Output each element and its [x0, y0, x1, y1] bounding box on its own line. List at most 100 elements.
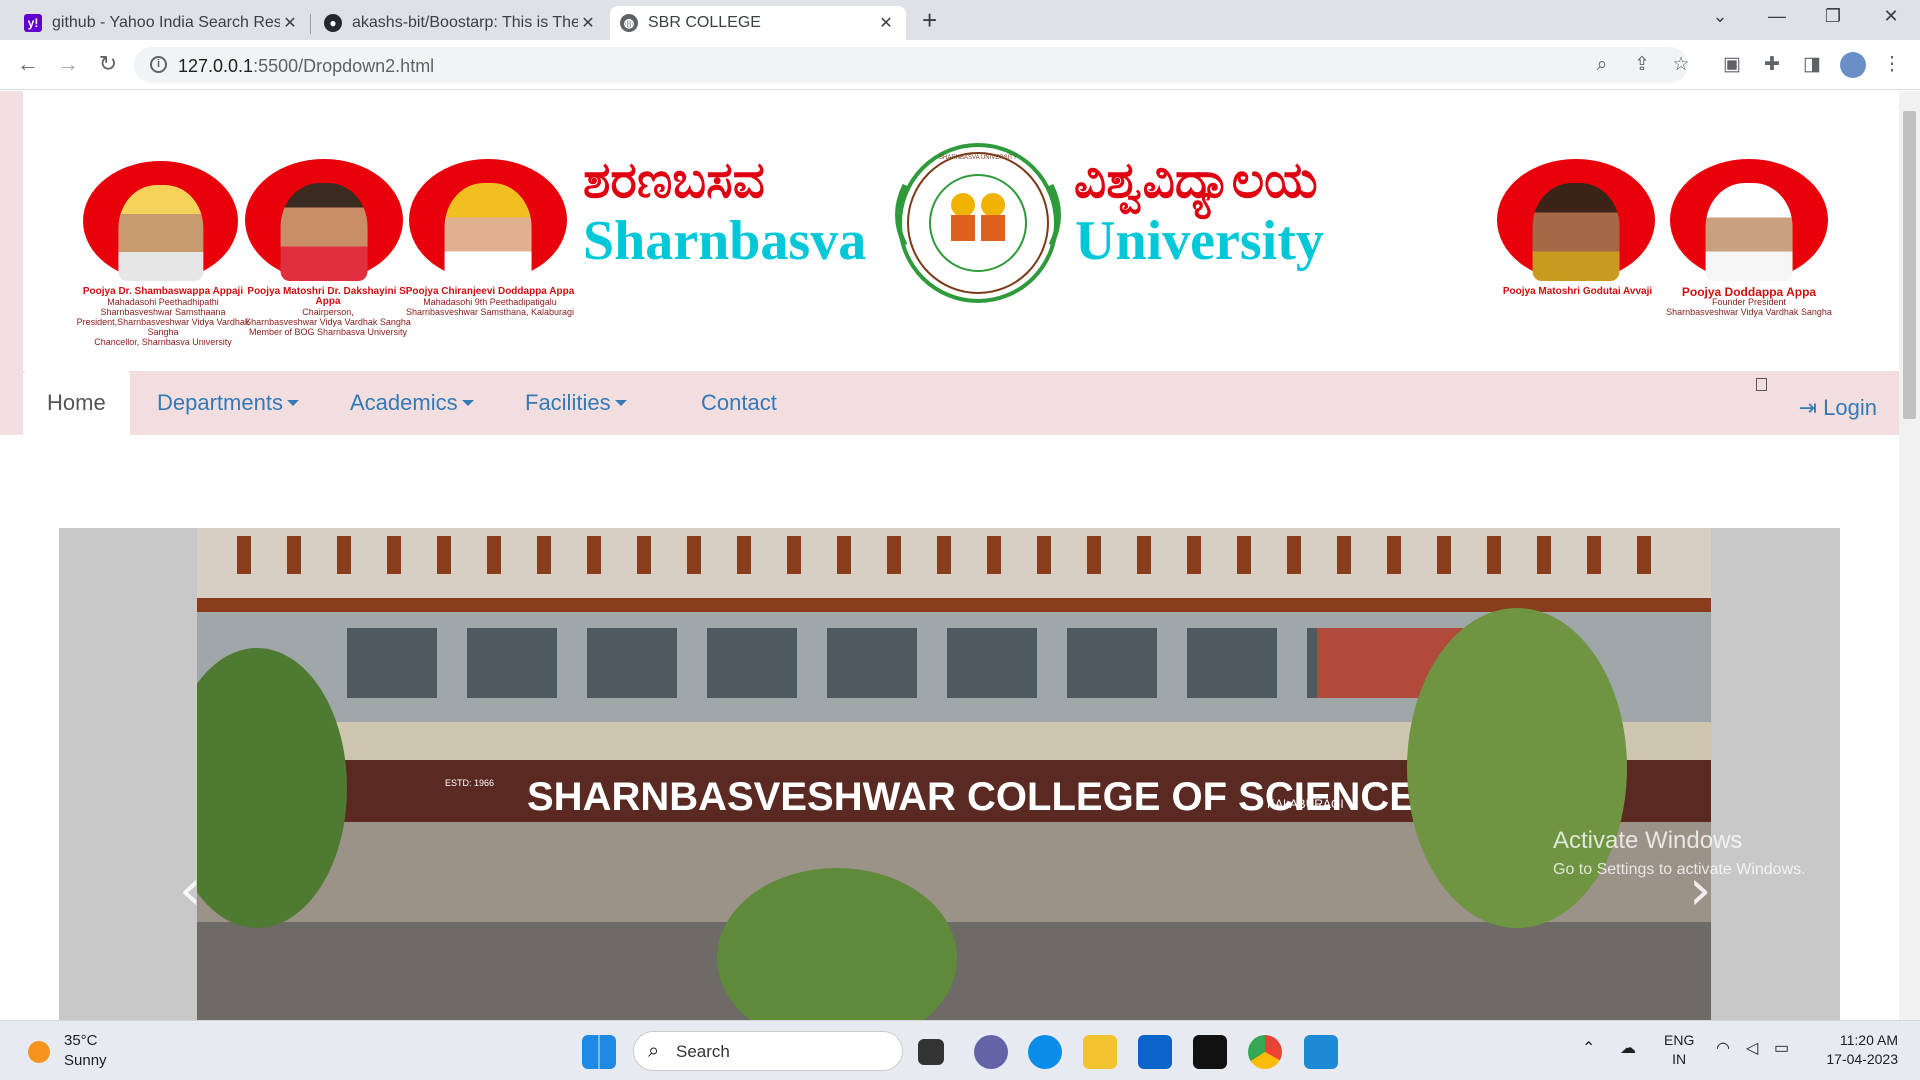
caret-down-icon	[286, 400, 299, 406]
caret-down-icon	[461, 400, 474, 406]
wifi-icon[interactable]: ◠	[1716, 1039, 1730, 1058]
person-title: Sharnbasveshwar Samsthana, Kalaburagi	[405, 307, 575, 317]
address-bar[interactable]: i 127.0.0.1:5500/Dropdown2.html	[134, 47, 1688, 83]
clock[interactable]: 11:20 AM 17-04-2023	[1818, 1031, 1898, 1069]
task-view-icon[interactable]	[918, 1039, 944, 1065]
clock-time: 11:20 AM	[1839, 1032, 1898, 1048]
zoom-icon[interactable]: ⌕	[1589, 54, 1615, 76]
new-tab-button[interactable]: +	[922, 7, 937, 33]
founder-portrait-3	[409, 159, 567, 281]
kannada-title-left: ಶರಣಬಸವ	[583, 151, 765, 209]
windows-taskbar: 35°C Sunny ⌕ Search ⌃ ☁ ENG IN ◠ ◁ ▭ 11:…	[0, 1020, 1920, 1080]
image-carousel: SHARNBASVESHWAR COLLEGE OF SCIENCE ESTD:…	[59, 528, 1840, 1020]
tab-separator	[310, 14, 311, 34]
clock-date: 17-04-2023	[1826, 1051, 1898, 1067]
nav-academics-dropdown[interactable]: Academics	[326, 371, 498, 435]
site-info-icon[interactable]: i	[150, 56, 167, 73]
profile-avatar[interactable]	[1840, 52, 1866, 78]
nav-label: Home	[47, 390, 106, 415]
person-title: Mahadasohi Peethadhipathi	[107, 297, 219, 307]
nav-home[interactable]: Home	[23, 371, 130, 435]
windows-activation-watermark: Activate Windows Go to Settings to activ…	[1553, 827, 1806, 879]
adobe-app-icon[interactable]	[1193, 1035, 1227, 1069]
search-icon: ⌕	[648, 1040, 660, 1062]
nav-departments-dropdown[interactable]: Departments	[133, 371, 323, 435]
close-icon[interactable]: ✕	[578, 13, 598, 33]
url-text[interactable]: 127.0.0.1:5500/Dropdown2.html	[178, 56, 434, 77]
main-navbar: Home Departments Academics Facilities Co…	[23, 371, 1899, 435]
scrollbar-thumb[interactable]	[1903, 111, 1916, 419]
emblem-text: SHARNBASVA UNIVERSITY	[939, 155, 1017, 161]
onedrive-cloud-icon[interactable]: ☁	[1620, 1039, 1636, 1058]
battery-icon[interactable]: ▭	[1774, 1039, 1789, 1058]
browser-tab-bar: y! github - Yahoo India Search Resu ✕ ● …	[0, 0, 1920, 40]
nav-label: Academics	[350, 390, 458, 415]
reload-icon[interactable]: ↻	[94, 52, 122, 76]
back-icon[interactable]: ←	[14, 52, 42, 76]
portrait-caption-5: Poojya Doddappa Appa Founder President S…	[1659, 286, 1839, 317]
minimize-icon[interactable]: —	[1757, 6, 1797, 27]
login-label: Login	[1823, 395, 1877, 420]
close-icon[interactable]: ✕	[876, 13, 896, 33]
carousel-slide-college-building: SHARNBASVESHWAR COLLEGE OF SCIENCE ESTD:…	[197, 528, 1711, 1020]
share-icon[interactable]: ⇪	[1629, 54, 1655, 76]
yahoo-icon: y!	[24, 14, 42, 32]
browser-tab-github[interactable]: ● akashs-bit/Boostarp: This is The C ✕	[314, 6, 608, 40]
windows-start-icon[interactable]	[582, 1035, 616, 1069]
portrait-caption-1: Poojya Dr. Shambaswappa Appaji Mahadasoh…	[73, 287, 253, 348]
side-panel-icon[interactable]: ◨	[1799, 54, 1825, 76]
menu-kebab-icon[interactable]: ⋮	[1879, 54, 1905, 76]
file-explorer-icon[interactable]	[1083, 1035, 1117, 1069]
nav-label: Contact	[701, 390, 777, 415]
portrait-caption-4: Poojya Matoshri Godutai Avvaji	[1495, 287, 1660, 297]
mail-icon[interactable]	[1138, 1035, 1172, 1069]
tab-search-icon[interactable]: ⌄	[1700, 6, 1740, 27]
portrait-caption-3: Poojya Chiranjeevi Doddappa Appa Mahadas…	[405, 287, 575, 318]
person-title: Mahadasohi 9th Peethadipatigalu	[423, 297, 557, 307]
edge-browser-icon[interactable]	[1028, 1035, 1062, 1069]
extension-image-icon[interactable]: ▣	[1719, 54, 1745, 76]
lang-code: ENG	[1664, 1032, 1695, 1048]
bookmark-star-icon[interactable]: ☆	[1668, 54, 1694, 76]
close-icon[interactable]: ✕	[280, 13, 300, 33]
extensions-puzzle-icon[interactable]: ✚	[1759, 54, 1785, 76]
taskbar-search[interactable]: ⌕ Search	[633, 1031, 903, 1071]
person-title: Chairperson,	[302, 307, 354, 317]
close-window-icon[interactable]: ✕	[1871, 6, 1911, 27]
site-header-banner: Poojya Dr. Shambaswappa Appaji Mahadasoh…	[23, 91, 1899, 371]
volume-icon[interactable]: ◁	[1746, 1039, 1758, 1058]
carousel-prev-arrow[interactable]: ‹	[179, 858, 201, 923]
browser-tab-yahoo[interactable]: y! github - Yahoo India Search Resu ✕	[14, 6, 310, 40]
region-code: IN	[1672, 1051, 1687, 1067]
weather-widget[interactable]: 35°C Sunny	[64, 1031, 107, 1071]
founder-portrait-5	[1670, 159, 1828, 281]
person-title: Member of BOG Sharnbasva University	[248, 327, 408, 337]
missing-glyph-box	[1756, 378, 1767, 391]
login-link[interactable]: ⇥ Login	[1799, 395, 1877, 421]
vscode-icon[interactable]	[1304, 1035, 1338, 1069]
person-title: Sharnbasveshwar Samsthaana	[100, 307, 226, 317]
person-name: Poojya Matoshri Godutai Avvaji	[1502, 286, 1653, 297]
nav-label: Facilities	[525, 390, 611, 415]
sun-weather-icon[interactable]	[28, 1041, 50, 1063]
restore-icon[interactable]: ❐	[1813, 6, 1853, 27]
person-title: Sharnbasveshwar Vidya Vardhak Sangha	[1666, 307, 1832, 317]
page-scrollbar[interactable]	[1899, 91, 1920, 1020]
building-sign-estd: ESTD: 1966	[445, 778, 494, 788]
weather-condition: Sunny	[64, 1052, 107, 1069]
nav-facilities-dropdown[interactable]: Facilities	[501, 371, 651, 435]
portrait-caption-2: Poojya Matoshri Dr. Dakshayini S. Appa C…	[243, 287, 413, 338]
building-sign-sub: KALABURAGI	[1267, 797, 1344, 811]
forward-icon[interactable]: →	[54, 52, 82, 76]
tray-overflow-chevron-icon[interactable]: ⌃	[1582, 1039, 1595, 1058]
teams-chat-icon[interactable]	[974, 1035, 1008, 1069]
weather-temp: 35°C	[64, 1032, 98, 1049]
chrome-icon[interactable]	[1248, 1035, 1282, 1069]
founder-portrait-4	[1497, 159, 1655, 281]
browser-tab-sbr-college[interactable]: ◍ SBR COLLEGE ✕	[610, 6, 906, 40]
founder-portrait-1	[83, 161, 238, 281]
nav-contact[interactable]: Contact	[677, 371, 801, 435]
language-indicator[interactable]: ENG IN	[1664, 1031, 1694, 1069]
english-title-left: Sharnbasva	[583, 210, 867, 272]
university-emblem-logo: SHARNBASVA UNIVERSITY	[895, 143, 1061, 303]
